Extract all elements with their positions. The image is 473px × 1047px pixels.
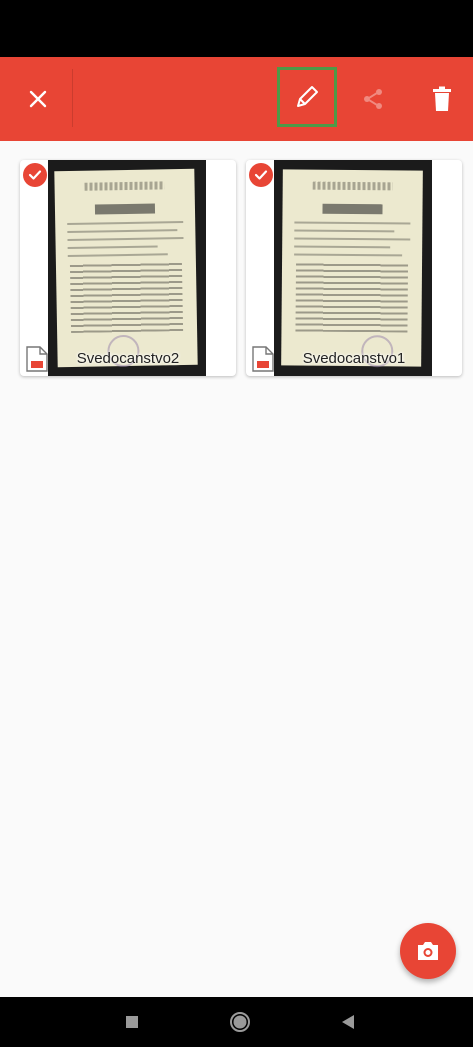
- document-grid: Svedocanstvo2 Svedocanstvo1: [0, 141, 473, 997]
- status-bar: [0, 0, 473, 57]
- recents-button[interactable]: [102, 997, 162, 1047]
- close-button[interactable]: [10, 57, 66, 141]
- selected-check-icon[interactable]: [23, 163, 47, 187]
- system-nav-bar: [0, 997, 473, 1047]
- home-button[interactable]: [210, 997, 270, 1047]
- edit-button[interactable]: [277, 67, 337, 127]
- camera-icon: [418, 942, 438, 960]
- back-button[interactable]: [318, 997, 378, 1047]
- document-thumbnail: [274, 160, 432, 376]
- delete-button[interactable]: [414, 57, 470, 141]
- toolbar: [0, 57, 473, 141]
- share-icon: [364, 89, 382, 109]
- document-name: Svedocanstvo2: [76, 350, 180, 367]
- square-icon: [126, 1016, 138, 1028]
- triangle-back-icon: [342, 1015, 354, 1029]
- trash-icon: [433, 86, 451, 111]
- document-thumbnail: [48, 160, 206, 376]
- share-button[interactable]: [345, 57, 401, 141]
- circle-icon: [230, 1012, 250, 1032]
- document-name: Svedocanstvo1: [302, 350, 406, 367]
- pencil-icon: [297, 86, 318, 107]
- camera-fab-button[interactable]: [400, 923, 456, 979]
- document-card[interactable]: Svedocanstvo2: [20, 160, 236, 376]
- close-icon: [29, 90, 47, 108]
- document-card[interactable]: Svedocanstvo1: [246, 160, 462, 376]
- toolbar-divider: [72, 69, 73, 127]
- selected-check-icon[interactable]: [249, 163, 273, 187]
